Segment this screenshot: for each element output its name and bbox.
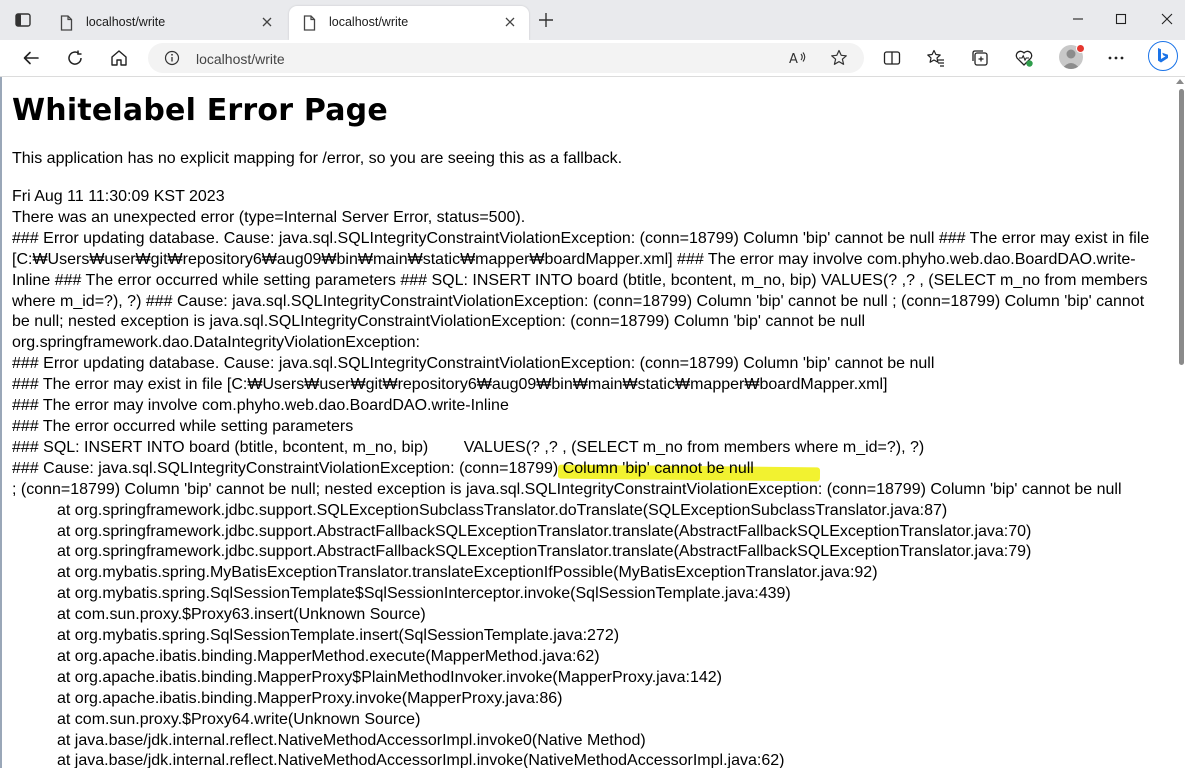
favorites-icon[interactable] (926, 48, 946, 68)
page-icon (303, 15, 316, 31)
home-icon[interactable] (109, 48, 129, 68)
close-icon[interactable] (258, 13, 276, 31)
refresh-icon[interactable] (65, 48, 85, 68)
scroll-up-arrow-icon[interactable] (1176, 79, 1184, 84)
tab-actions-icon[interactable] (14, 11, 32, 29)
tab-localhost-write-2[interactable]: localhost/write (289, 6, 529, 40)
tab-localhost-write-1[interactable]: localhost/write (46, 6, 286, 40)
scroll-thumb[interactable] (1179, 89, 1184, 365)
error-details: Fri Aug 11 11:30:09 KST 2023 There was a… (12, 187, 1164, 768)
stack-frame: at org.springframework.jdbc.support.SQLE… (57, 501, 948, 519)
stack-frame: at org.apache.ibatis.binding.MapperProxy… (57, 668, 722, 686)
read-aloud-icon[interactable]: A (788, 48, 808, 68)
notification-dot (1076, 44, 1085, 53)
stack-frame: at com.sun.proxy.$Proxy63.insert(Unknown… (57, 606, 426, 624)
detail-line: ### Error updating database. Cause: java… (12, 355, 935, 373)
stack-frame: at org.springframework.jdbc.support.Abst… (57, 543, 1032, 561)
minimize-icon[interactable] (1067, 8, 1089, 30)
tab-bar: localhost/write localhost/write (0, 0, 1185, 40)
detail-line: ; (conn=18799) Column 'bip' cannot be nu… (12, 480, 1122, 498)
svg-text:A: A (789, 52, 798, 67)
page-viewport: Whitelabel Error Page This application h… (0, 77, 1175, 768)
stack-frame: at org.mybatis.spring.SqlSessionTemplate… (57, 585, 791, 603)
close-icon[interactable] (501, 13, 519, 31)
more-icon[interactable] (1106, 48, 1126, 68)
detail-line: ### Cause: java.sql.SQLIntegrityConstrai… (12, 459, 754, 477)
browser-toolbar: localhost/write A (0, 40, 1185, 77)
close-icon[interactable] (1156, 8, 1178, 30)
tab-title: localhost/write (86, 15, 166, 29)
split-screen-icon[interactable] (882, 48, 902, 68)
collections-icon[interactable] (970, 48, 990, 68)
stack-frame: at com.sun.proxy.$Proxy64.write(Unknown … (57, 710, 421, 728)
stack-frame: at org.apache.ibatis.binding.MapperProxy… (57, 689, 563, 707)
fallback-message: This application has no explicit mapping… (12, 150, 623, 167)
url-text: localhost/write (196, 51, 285, 67)
stack-frame: at java.base/jdk.internal.reflect.Native… (57, 752, 785, 768)
star-icon[interactable] (829, 48, 849, 68)
detail-line: ### The error occurred while setting par… (12, 417, 354, 435)
status-line: There was an unexpected error (type=Inte… (12, 208, 526, 226)
stack-frame: at java.base/jdk.internal.reflect.Native… (57, 731, 646, 749)
back-arrow-icon[interactable] (21, 48, 41, 68)
stack-frame: at org.springframework.jdbc.support.Abst… (57, 522, 1032, 540)
detail-line: org.springframework.dao.DataIntegrityVio… (12, 334, 420, 352)
detail-line: ### The error may exist in file [C:₩User… (12, 376, 888, 394)
timestamp: Fri Aug 11 11:30:09 KST 2023 (12, 188, 225, 205)
vertical-scrollbar[interactable] (1175, 77, 1185, 768)
plus-icon[interactable] (536, 10, 556, 30)
heart-pulse-icon[interactable] (1014, 48, 1034, 68)
page-title: Whitelabel Error Page (12, 93, 388, 128)
tab-title: localhost/write (329, 15, 409, 29)
stack-frame: at org.apache.ibatis.binding.MapperMetho… (57, 647, 600, 665)
detail-line: ### SQL: INSERT INTO board (btitle, bcon… (12, 438, 925, 456)
info-icon[interactable] (164, 50, 180, 66)
bing-copilot-icon[interactable] (1148, 41, 1178, 71)
stack-frame: at org.mybatis.spring.SqlSessionTemplate… (57, 627, 620, 645)
error-summary: ### Error updating database. Cause: java… (12, 229, 1150, 331)
stack-frame: at org.mybatis.spring.MyBatisExceptionTr… (57, 564, 878, 582)
address-bar[interactable]: localhost/write (148, 43, 864, 73)
detail-line: ### The error may involve com.phyho.web.… (12, 397, 509, 415)
maximize-icon[interactable] (1110, 8, 1132, 30)
page-icon (60, 15, 73, 31)
